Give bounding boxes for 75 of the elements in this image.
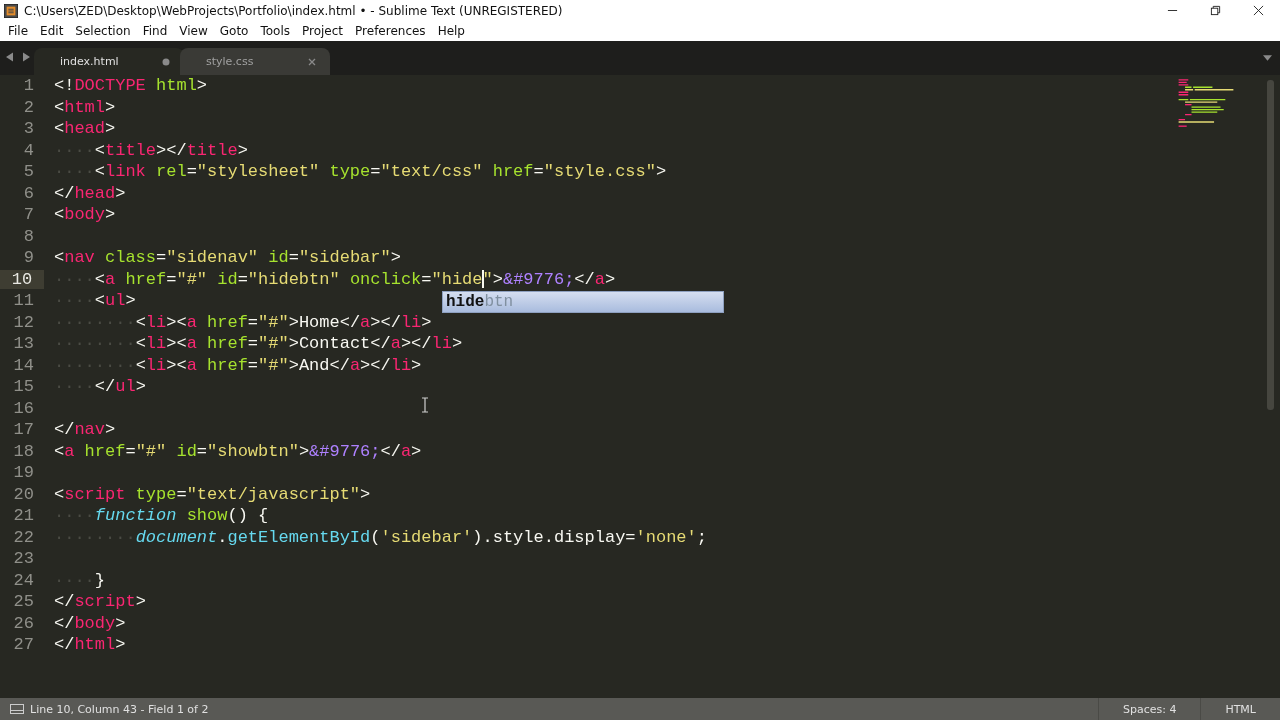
- code-line: <body>: [54, 205, 116, 225]
- code-line: ········document.getElementById('sidebar').style.display='none';: [54, 527, 707, 547]
- code-line: <nav class="sidenav" id="sidebar">: [54, 248, 401, 268]
- code-line: ····<title></title>: [54, 140, 248, 160]
- line-number: 2: [22, 97, 34, 117]
- modified-dot-icon: [162, 57, 170, 66]
- code-line: ········<li><a href="#">Home</a></li>: [54, 312, 432, 332]
- window-title: C:\Users\ZED\Desktop\WebProjects\Portfolio\index.html • - Sublime Text (UNREGISTERED): [24, 3, 564, 18]
- file-tab[interactable]: index.html: [34, 48, 184, 75]
- code-line: ········<li><a href="#">And</a></li>: [54, 355, 422, 375]
- file-tab[interactable]: style.css: [180, 48, 330, 75]
- cursor-position: Line 10, Column 43 - Field 1 of 2: [30, 702, 209, 716]
- code-line: ····<a href="#" id="hidebtn" onclick="hide">&#9776;</a>: [54, 269, 616, 289]
- line-number: 13: [12, 334, 34, 354]
- line-number: 16: [12, 398, 34, 418]
- app-icon: [4, 3, 18, 18]
- panel-icon[interactable]: [10, 704, 24, 714]
- menu-item[interactable]: File: [2, 24, 35, 38]
- syntax-setting[interactable]: HTML: [1200, 698, 1280, 720]
- indentation-setting[interactable]: Spaces: 4: [1097, 698, 1201, 720]
- line-number: 21: [12, 506, 34, 526]
- line-number: 22: [12, 527, 34, 547]
- line-number: 25: [12, 592, 34, 612]
- code-line: <!DOCTYPE html>: [54, 76, 208, 96]
- code-line: </nav>: [54, 420, 116, 440]
- code-line: </head>: [54, 183, 126, 203]
- tab-arrows-icon[interactable]: [6, 52, 30, 62]
- menu-item[interactable]: View: [173, 24, 214, 38]
- line-number: 26: [12, 613, 34, 633]
- line-number: 8: [22, 226, 34, 246]
- line-number: 1: [22, 76, 34, 96]
- autocomplete-item[interactable]: hidebtn: [443, 292, 723, 312]
- menu-item[interactable]: Help: [431, 24, 471, 38]
- menu-item[interactable]: Selection: [69, 24, 137, 38]
- line-number: 12: [12, 312, 34, 332]
- code-line: ····</ul>: [54, 377, 146, 397]
- line-number: 3: [22, 119, 34, 139]
- menu-item[interactable]: Project: [296, 24, 350, 38]
- code-line: </body>: [54, 613, 126, 633]
- line-number: 27: [12, 635, 34, 655]
- line-number: 18: [12, 441, 34, 461]
- line-number: 17: [12, 420, 34, 440]
- code-line: <head>: [54, 119, 116, 139]
- line-number: 24: [12, 570, 34, 590]
- text-cursor-icon: [421, 397, 429, 413]
- line-number: 9: [22, 248, 34, 268]
- line-number: 19: [12, 463, 34, 483]
- code-line: ····<ul>: [54, 291, 136, 311]
- code-line: ····function show() {: [54, 506, 269, 526]
- scrollbar[interactable]: [1267, 80, 1274, 410]
- line-number: 14: [12, 355, 34, 375]
- line-number: 11: [12, 291, 34, 311]
- line-number: 15: [12, 377, 34, 397]
- line-number: 23: [12, 549, 34, 569]
- line-number: 4: [22, 140, 34, 160]
- minimap-drawing: [1177, 79, 1235, 127]
- menu-item[interactable]: Goto: [213, 24, 255, 38]
- code-line: <a href="#" id="showbtn">&#9776;</a>: [54, 441, 422, 461]
- menu-item[interactable]: Preferences: [349, 24, 432, 38]
- line-number: 20: [12, 484, 34, 504]
- code-line: </html>: [54, 635, 126, 655]
- code-line: ····}: [54, 570, 105, 590]
- code-line: </script>: [54, 592, 146, 612]
- line-number: 5: [22, 162, 34, 182]
- dropdown-icon[interactable]: [1263, 55, 1272, 61]
- code-line: <html>: [54, 97, 116, 117]
- code-line: <script type="text/javascript">: [54, 484, 371, 504]
- menu-item[interactable]: Tools: [254, 24, 296, 38]
- code-line: ········<li><a href="#">Contact</a></li>: [54, 334, 463, 354]
- code-line: ····<link rel="stylesheet" type="text/css" href="style.css">: [54, 162, 667, 182]
- menu-item[interactable]: Edit: [34, 24, 70, 38]
- menu-item[interactable]: Find: [136, 24, 174, 38]
- line-number: 6: [22, 183, 34, 203]
- line-number: 10: [0, 269, 44, 289]
- line-number: 7: [22, 205, 34, 225]
